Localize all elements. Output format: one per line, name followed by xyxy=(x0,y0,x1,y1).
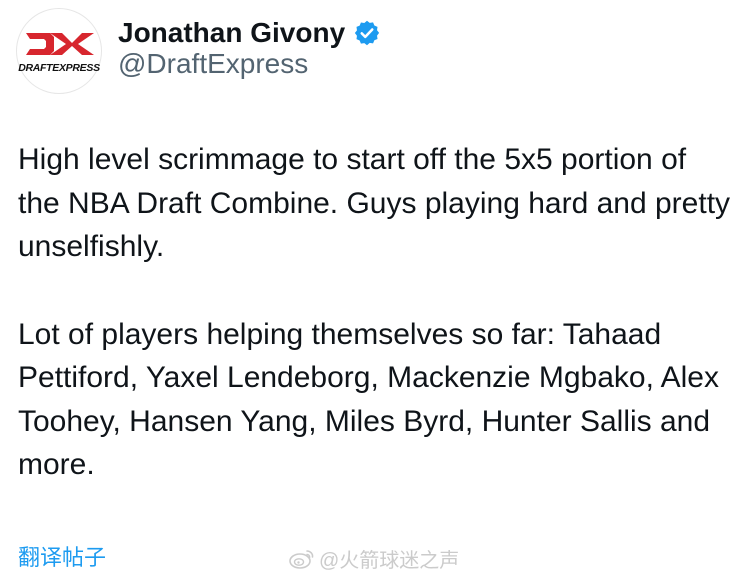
translate-post-link[interactable]: 翻译帖子 xyxy=(18,540,106,572)
author-handle[interactable]: @DraftExpress xyxy=(118,48,308,80)
tweet-paragraph: Lot of players helping themselves so far… xyxy=(18,317,719,482)
avatar[interactable]: DRAFTEXPRESS xyxy=(16,8,102,94)
draftexpress-logo-icon xyxy=(26,32,94,55)
avatar-logo-text: DRAFTEXPRESS xyxy=(18,61,100,74)
author-display-name[interactable]: Jonathan Givony xyxy=(118,17,345,49)
tweet-text: High level scrimmage to start off the 5x… xyxy=(18,138,733,487)
weibo-icon xyxy=(289,549,314,569)
watermark: @火箭球迷之声 xyxy=(289,544,459,573)
watermark-text: @火箭球迷之声 xyxy=(319,550,460,572)
tweet-paragraph: High level scrimmage to start off the 5x… xyxy=(18,143,731,263)
author-name-row: Jonathan Givony xyxy=(118,16,381,50)
verified-badge-icon xyxy=(353,19,381,47)
